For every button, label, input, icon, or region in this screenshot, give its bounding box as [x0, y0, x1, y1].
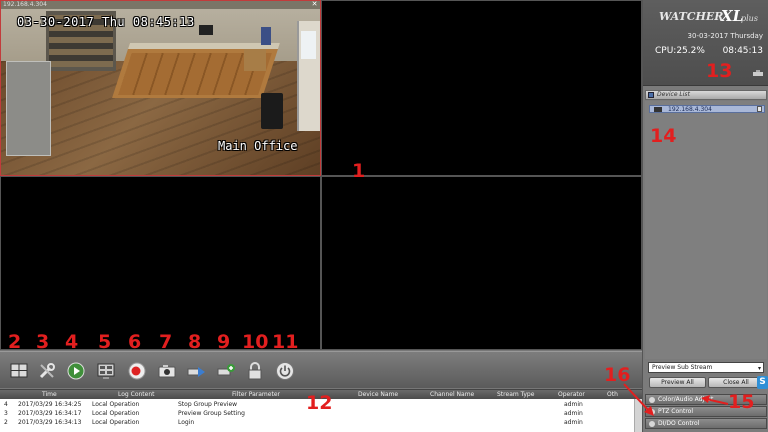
right-panel: WATCHER XL plus 30-03-2017 Thursday CPU:…: [642, 0, 768, 432]
device-list-item[interactable]: 192.168.4.304: [649, 105, 765, 113]
stream-type-select[interactable]: Preview Sub Stream ▾: [648, 362, 764, 373]
row-param: Login: [178, 419, 195, 426]
close-all-button[interactable]: Close All: [708, 377, 764, 388]
tools-icon[interactable]: [36, 360, 58, 382]
osd-camera-name: Main Office: [218, 139, 298, 153]
video-cell-1[interactable]: 192.168.4.304 ✕ 03-30-2017 Thu 08:45:13 …: [0, 0, 321, 176]
date-display: 30-03-2017 Thursday: [687, 32, 763, 40]
row-operator: admin: [564, 419, 583, 426]
row-time: 2017/03/29 16:34:25: [18, 401, 82, 408]
annotation-15: 15: [728, 391, 755, 413]
row-index: 2: [4, 419, 8, 426]
row-index: 4: [4, 401, 8, 408]
annotation-15-arrow: [701, 395, 729, 405]
logo-xl-text: XL: [720, 7, 743, 25]
bottom-toolbar: [0, 351, 642, 388]
row-param: Preview Group Setting: [178, 410, 245, 417]
osd-timestamp: 03-30-2017 Thu 08:45:13: [17, 15, 195, 29]
row-index: 3: [4, 410, 8, 417]
app-logo: WATCHER XL plus: [659, 7, 758, 25]
layout-icon[interactable]: [8, 360, 30, 382]
dido-label: DI/DO Control: [658, 420, 700, 427]
row-content: Local Operation: [92, 410, 140, 417]
multi-screen-icon[interactable]: [95, 360, 117, 382]
row-operator: admin: [564, 401, 583, 408]
logo-main-text: WATCHER: [659, 10, 723, 23]
lock-icon[interactable]: [244, 360, 266, 382]
annotation-6: 6: [128, 331, 142, 353]
ptz-label: PTZ Control: [658, 408, 693, 415]
row-param: Stop Group Preview: [178, 401, 238, 408]
video-cell-3[interactable]: [0, 176, 321, 350]
annotation-7: 7: [159, 331, 173, 353]
col-device-name[interactable]: Device Name: [358, 391, 398, 398]
annotation-12: 12: [306, 392, 333, 414]
col-stream-type[interactable]: Stream Type: [497, 391, 534, 398]
col-channel-name[interactable]: Channel Name: [430, 391, 474, 398]
row-operator: admin: [564, 410, 583, 417]
annotation-10: 10: [242, 331, 269, 353]
power-icon[interactable]: [274, 360, 296, 382]
annotation-8: 8: [188, 331, 202, 353]
device-list-title: Device List: [657, 91, 690, 98]
logo-plus-text: plus: [741, 14, 758, 23]
video-cell-4[interactable]: [321, 176, 642, 350]
stream-selected-value: Preview Sub Stream: [652, 364, 713, 371]
playback-icon[interactable]: [65, 360, 87, 382]
chevron-down-icon: ▾: [757, 365, 761, 372]
cpu-usage: CPU:25.2%: [655, 46, 705, 56]
annotation-11: 11: [272, 331, 299, 353]
clock-display: 08:45:13: [722, 46, 763, 56]
annotation-13: 13: [706, 60, 733, 82]
annotation-9: 9: [217, 331, 231, 353]
transfer-icon[interactable]: [185, 360, 207, 382]
device-list-header[interactable]: Device List: [645, 90, 767, 100]
col-filter-parameter[interactable]: Filter Parameter: [232, 391, 280, 398]
snapshot-icon[interactable]: [156, 360, 178, 382]
table-row[interactable]: 2 2017/03/29 16:34:13 Local Operation Lo…: [0, 418, 634, 426]
device-list-icon: [648, 92, 654, 98]
dvr-icon: [654, 107, 662, 112]
system-settings-icon[interactable]: [753, 70, 763, 78]
dido-control-tab[interactable]: DI/DO Control: [645, 418, 767, 429]
video-cell-2[interactable]: [321, 0, 642, 176]
annotation-2: 2: [8, 331, 22, 353]
row-time: 2017/03/29 16:34:17: [18, 410, 82, 417]
device-status-icon: [757, 106, 762, 112]
row-content: Local Operation: [92, 401, 140, 408]
col-operator[interactable]: Operator: [558, 391, 585, 398]
annotation-4: 4: [65, 331, 79, 353]
device-ip: 192.168.4.304: [668, 106, 712, 113]
skype-icon[interactable]: S: [757, 376, 768, 389]
row-time: 2017/03/29 16:34:13: [18, 419, 82, 426]
col-other[interactable]: Oth: [607, 391, 618, 398]
dido-icon: [649, 421, 655, 427]
record-icon[interactable]: [126, 360, 148, 382]
add-device-icon[interactable]: [215, 360, 237, 382]
annotation-5: 5: [98, 331, 112, 353]
row-content: Local Operation: [92, 419, 140, 426]
annotation-16-arrow: [623, 383, 654, 416]
col-log-content[interactable]: Log Content: [118, 391, 155, 398]
col-time[interactable]: Time: [42, 391, 57, 398]
annotation-14: 14: [650, 125, 677, 147]
close-icon[interactable]: ✕: [311, 1, 318, 8]
cell-device-tag: 192.168.4.304: [3, 1, 47, 8]
video-grid: 192.168.4.304 ✕ 03-30-2017 Thu 08:45:13 …: [0, 0, 642, 350]
annotation-1: 1: [352, 160, 366, 182]
annotation-3: 3: [36, 331, 50, 353]
app-window: 192.168.4.304 ✕ 03-30-2017 Thu 08:45:13 …: [0, 0, 768, 432]
